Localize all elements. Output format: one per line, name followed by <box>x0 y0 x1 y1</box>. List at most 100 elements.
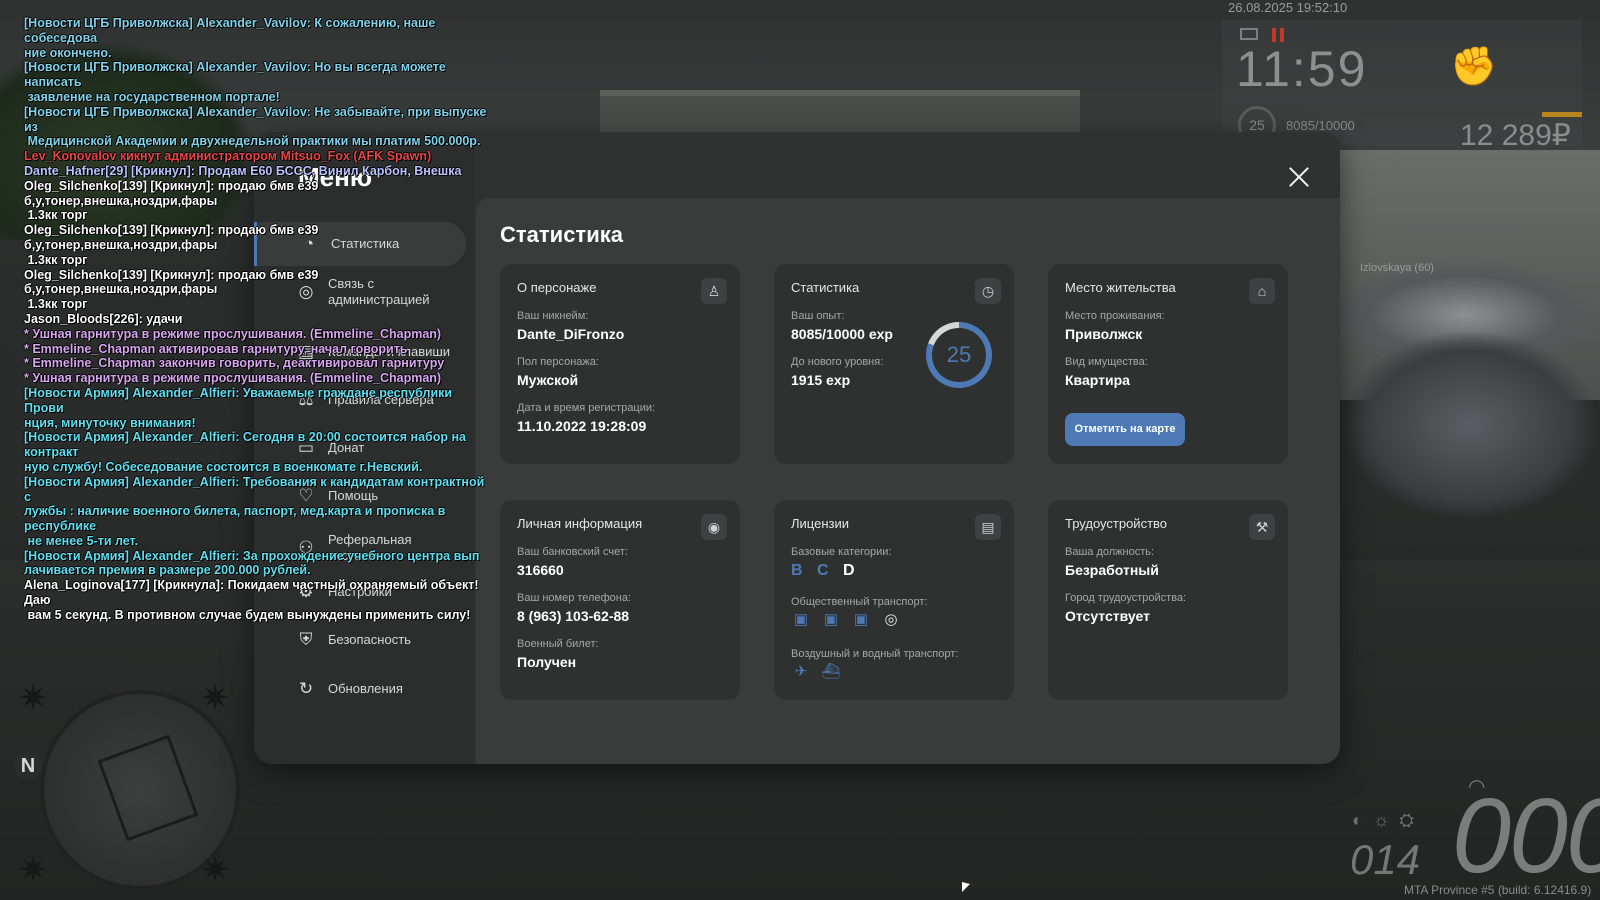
exp-label: Ваш опыт: <box>791 310 845 322</box>
card-residence: Место жительства ⌂ Место проживания: При… <box>1048 264 1288 464</box>
nickname-label: Ваш никнейм: <box>517 310 589 322</box>
vehicle-status-icons: ◐☼⛭ <box>1352 810 1424 830</box>
chat-line: [Новости Армия] Alexander_Alfieri: Сегод… <box>24 430 466 474</box>
card-title: О персонаже <box>517 280 597 295</box>
nickname-value: Dante_DiFronzo <box>517 326 625 342</box>
card-statistics: Статистика ◷ Ваш опыт: 8085/10000 exp До… <box>774 264 1014 464</box>
air-water-transport-label: Воздушный и водный транспорт: <box>791 648 959 660</box>
phone-value: 8 (963) 103-62-88 <box>517 608 630 624</box>
military-label: Военный билет: <box>517 638 599 650</box>
chat-line: Oleg_Silchenko[139] [Крикнул]: продаю бм… <box>24 178 319 223</box>
public-transport-icons: ▣ ▣ ▣ ◎ <box>791 610 901 630</box>
hud-exp: 8085/10000 <box>1286 118 1355 133</box>
fuel-readout: 014 <box>1350 836 1421 883</box>
property-label: Вид имущества: <box>1065 356 1148 368</box>
position-label: Ваша должность: <box>1065 546 1155 558</box>
chat-line: [Новости ЦГБ Приволжска] Alexander_Vavil… <box>24 16 436 60</box>
tools-icon: ⚒ <box>1249 514 1275 540</box>
public-transport-label: Общественный транспорт: <box>791 596 928 608</box>
work-city-label: Город трудоустройства: <box>1065 592 1187 604</box>
chat-line: [Новости Армия] Alexander_Alfieri: За пр… <box>24 548 480 578</box>
nav-item-security[interactable]: ⛨ Безопасность <box>254 618 466 662</box>
compass-star-icon: ✷ <box>200 677 231 718</box>
next-level-label: До нового уровня: <box>791 356 884 368</box>
mail-icon <box>1240 28 1258 40</box>
refresh-icon: ↻ <box>298 679 314 698</box>
compass-star-icon: ✷ <box>18 677 49 718</box>
exp-value: 8085/10000 exp <box>791 326 893 342</box>
residence-label: Место проживания: <box>1065 310 1165 322</box>
hud-money: 12 289₽ <box>1460 119 1571 152</box>
level-value: 25 <box>932 328 986 382</box>
metro-icon: ◎ <box>884 611 898 628</box>
chat-line: * Emmeline_Chapman активировав гарнитуру… <box>24 341 408 356</box>
gender-label: Пол персонажа: <box>517 356 599 368</box>
minimap-north: N <box>14 752 42 780</box>
mouse-cursor <box>962 882 970 892</box>
mark-on-map-button[interactable]: Отметить на карте <box>1065 413 1185 446</box>
registration-value: 11.10.2022 19:28:09 <box>517 418 647 434</box>
compass-star-icon: ✷ <box>18 849 49 890</box>
hud-time: 11:59 <box>1236 41 1368 97</box>
card-title: Трудоустройство <box>1065 516 1168 531</box>
player-tag: Izlovskaya (60) <box>1360 262 1434 274</box>
fist-icon: ✊ <box>1450 46 1498 88</box>
chat-line: * Emmeline_Chapman закончив говорить, де… <box>24 356 445 371</box>
plane-icon: ✈ <box>794 663 808 680</box>
clock-icon: ◷ <box>975 278 1001 304</box>
position-value: Безработный <box>1065 562 1159 578</box>
work-city-value: Отсутствует <box>1065 608 1150 624</box>
chat-line: Alena_Loginova[177] [Крикнула]: Покидаем… <box>24 578 479 622</box>
card-title: Личная информация <box>517 516 643 531</box>
chat-line: * Ушная гарнитура в режиме прослушивания… <box>24 326 442 341</box>
license-category-d: D <box>843 562 855 579</box>
next-level-value: 1915 exp <box>791 372 851 388</box>
chat-line: [Новости Армия] Alexander_Alfieri: Требо… <box>24 474 485 548</box>
shield-icon: ⛨ <box>299 630 313 649</box>
build-info: MTA Province #5 (build: 6.12416.9) <box>1404 883 1592 897</box>
hud-datetime: 26.08.2025 19:52:10 <box>1228 0 1348 15</box>
hud-health-bar <box>1542 112 1582 117</box>
bus-icon: ▣ <box>793 611 809 628</box>
chat-line: [Новости Армия] Alexander_Alfieri: Уважа… <box>24 385 453 430</box>
card-title: Место жительства <box>1065 280 1176 295</box>
chat-line: [Новости ЦГБ Приволжска] Alexander_Vavil… <box>24 104 487 149</box>
chat-log: [Новости ЦГБ Приволжска] Alexander_Vavil… <box>24 16 494 623</box>
nav-label: Безопасность <box>328 632 411 647</box>
boat-icon: ⛴ <box>821 663 841 680</box>
speed-readout: 000 <box>1452 777 1600 895</box>
trolleybus-icon: ▣ <box>823 611 839 628</box>
card-title: Лицензии <box>791 516 849 531</box>
gender-value: Мужской <box>517 372 579 388</box>
license-category-c: C <box>817 562 829 579</box>
document-icon: ▤ <box>975 514 1001 540</box>
residence-value: Приволжск <box>1065 326 1143 342</box>
bank-label: Ваш банковский счет: <box>517 546 628 558</box>
card-title: Статистика <box>791 280 860 295</box>
profile-circle-icon: ◉ <box>701 514 727 540</box>
card-employment: Трудоустройство ⚒ Ваша должность: Безраб… <box>1048 500 1288 700</box>
nav-item-updates[interactable]: ↻ Обновления <box>254 667 466 711</box>
chat-line: * Ушная гарнитура в режиме прослушивания… <box>24 371 442 386</box>
phone-label: Ваш номер телефона: <box>517 592 632 604</box>
close-button[interactable] <box>1284 162 1314 192</box>
chat-line: Oleg_Silchenko[139] [Крикнул]: продаю бм… <box>24 223 319 267</box>
chat-line: Oleg_Silchenko[139] [Крикнул]: продаю бм… <box>24 267 319 312</box>
card-personal-info: Личная информация ◉ Ваш банковский счет:… <box>500 500 740 700</box>
property-value: Квартира <box>1065 372 1130 388</box>
air-water-transport-icons: ✈ ⛴ <box>791 662 841 682</box>
page-title: Статистика <box>500 222 623 247</box>
bank-value: 316660 <box>517 562 564 578</box>
card-character: О персонаже ♙ Ваш никнейм: Dante_DiFronz… <box>500 264 740 464</box>
house-icon: ⌂ <box>1249 278 1275 304</box>
base-categories-label: Базовые категории: <box>791 546 892 558</box>
nav-label: Обновления <box>328 681 403 696</box>
user-icon: ♙ <box>701 278 727 304</box>
chat-line: [Новости ЦГБ Приволжска] Alexander_Vavil… <box>24 60 446 104</box>
license-categories: B C D <box>791 562 865 580</box>
chat-line: Dante_Hafner[29] [Крикнул]: Продам Е60 Б… <box>24 163 462 178</box>
compass-star-icon: ✷ <box>200 849 231 890</box>
tram-icon: ▣ <box>853 611 869 628</box>
stats-content: Статистика О персонаже ♙ Ваш никнейм: Da… <box>476 198 1340 764</box>
registration-label: Дата и время регистрации: <box>517 402 656 414</box>
